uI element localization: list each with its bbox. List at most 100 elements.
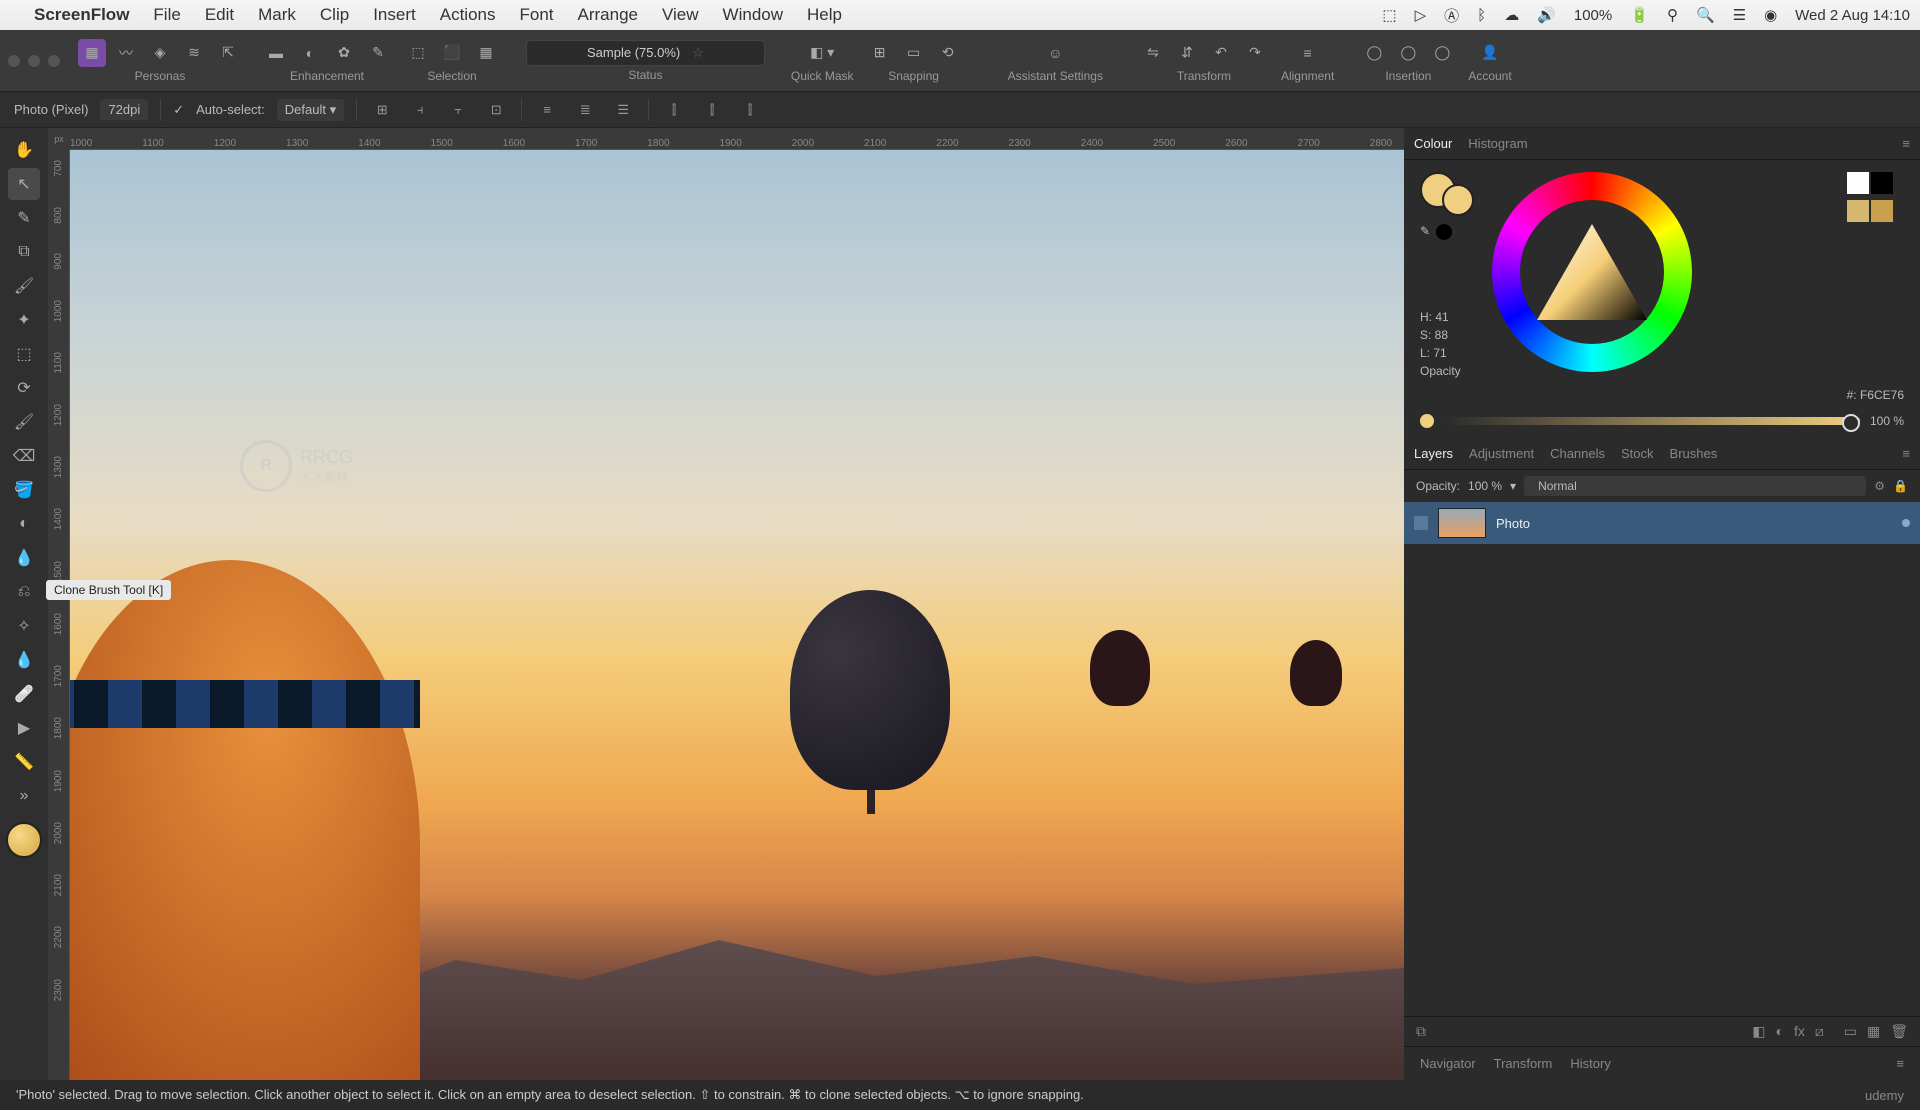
measure-tool-icon[interactable]: 📏 xyxy=(8,746,40,778)
colour-wheel[interactable] xyxy=(1492,172,1692,372)
paint-brush-icon[interactable]: 🖌 xyxy=(8,406,40,438)
tab-brushes[interactable]: Brushes xyxy=(1670,446,1718,461)
persona-export-icon[interactable]: ⇱ xyxy=(214,39,242,67)
dist-5-icon[interactable]: ⫿ xyxy=(699,97,725,123)
auto-levels-icon[interactable]: ▬ xyxy=(262,39,290,67)
menu-edit[interactable]: Edit xyxy=(205,5,234,25)
move-tool-icon[interactable]: ↖ xyxy=(8,168,40,200)
menu-arrange[interactable]: Arrange xyxy=(578,5,638,25)
tab-history[interactable]: History xyxy=(1570,1056,1610,1071)
record-icon[interactable]: ⬚ xyxy=(1382,6,1396,24)
keyboard-icon[interactable]: Ⓐ xyxy=(1444,5,1459,26)
menu-actions[interactable]: Actions xyxy=(440,5,496,25)
dodge-tool-icon[interactable]: ◐ xyxy=(8,508,40,540)
auto-wb-icon[interactable]: ✎ xyxy=(364,39,392,67)
insert-3-icon[interactable]: ◯ xyxy=(1428,39,1456,67)
siri-icon[interactable]: ◉ xyxy=(1764,6,1777,24)
flip-v-icon[interactable]: ⇵ xyxy=(1173,39,1201,67)
mini-white[interactable] xyxy=(1847,172,1869,194)
min-dot[interactable] xyxy=(28,55,40,67)
search-icon[interactable]: 🔍 xyxy=(1696,6,1715,24)
mini-c1[interactable] xyxy=(1847,200,1869,222)
volume-icon[interactable]: 🔊 xyxy=(1537,6,1556,24)
snap3-icon[interactable]: ⟲ xyxy=(934,39,962,67)
layers-menu-icon[interactable]: ≡ xyxy=(1902,446,1910,461)
insert-1-icon[interactable]: ◯ xyxy=(1360,39,1388,67)
tab-histogram[interactable]: Histogram xyxy=(1468,136,1527,151)
dup-icon[interactable]: ▦ xyxy=(1867,1023,1880,1040)
align-4-icon[interactable]: ⊡ xyxy=(483,97,509,123)
dist-6-icon[interactable]: ⫿ xyxy=(737,97,763,123)
merge-icon[interactable]: ⧉ xyxy=(1416,1023,1426,1040)
rotate-l-icon[interactable]: ↶ xyxy=(1207,39,1235,67)
lasso-tool-icon[interactable]: ⟳ xyxy=(8,372,40,404)
adj-icon[interactable]: ◐ xyxy=(1775,1023,1783,1040)
tab-transform[interactable]: Transform xyxy=(1494,1056,1553,1071)
menu-window[interactable]: Window xyxy=(723,5,783,25)
marquee-tool-icon[interactable]: ⬚ xyxy=(8,338,40,370)
menu-insert[interactable]: Insert xyxy=(373,5,416,25)
tab-stock[interactable]: Stock xyxy=(1621,446,1654,461)
fx-icon[interactable]: ⚙ xyxy=(1874,479,1885,493)
bluetooth-icon[interactable]: ᛒ xyxy=(1477,7,1486,24)
dist-4-icon[interactable]: ⫿ xyxy=(661,97,687,123)
flip-h-icon[interactable]: ⇋ xyxy=(1139,39,1167,67)
selection-brush-icon[interactable]: 🖌 xyxy=(8,270,40,302)
layer-checkbox[interactable] xyxy=(1414,516,1428,530)
tab-channels[interactable]: Channels xyxy=(1550,446,1605,461)
tool-swatch[interactable] xyxy=(6,822,42,858)
autoselect-check[interactable]: ✓ xyxy=(173,102,184,118)
auto-colours-icon[interactable]: ✿ xyxy=(330,39,358,67)
align-icon[interactable]: ≡ xyxy=(1294,39,1322,67)
close-dot[interactable] xyxy=(8,55,20,67)
snap2-icon[interactable]: ▭ xyxy=(900,39,928,67)
swatch-pair[interactable] xyxy=(1420,172,1474,216)
panel-menu-icon[interactable]: ≡ xyxy=(1902,136,1910,151)
persona-photo-icon[interactable]: ▦ xyxy=(78,39,106,67)
dpi-chip[interactable]: 72dpi xyxy=(100,99,148,120)
app-name[interactable]: ScreenFlow xyxy=(34,5,129,25)
quickmask-icon[interactable]: ◧ ▾ xyxy=(808,39,836,67)
more-tools-icon[interactable]: » xyxy=(8,780,40,812)
tab-adjustment[interactable]: Adjustment xyxy=(1469,446,1534,461)
menu-mark[interactable]: Mark xyxy=(258,5,296,25)
lock-icon[interactable]: 🔒 xyxy=(1893,479,1908,493)
tab-colour[interactable]: Colour xyxy=(1414,136,1452,151)
liquify-tool-icon[interactable]: 💧 xyxy=(8,644,40,676)
select-all-icon[interactable]: ⬚ xyxy=(404,39,432,67)
assistant-icon[interactable]: ☺ xyxy=(1041,39,1069,67)
control-center-icon[interactable]: ☰ xyxy=(1733,6,1746,24)
hand-tool-icon[interactable]: ✋ xyxy=(8,134,40,166)
persona-liquify-icon[interactable]: 〰 xyxy=(112,39,140,67)
clone-brush-icon[interactable]: ⎌ Clone Brush Tool [K] xyxy=(8,576,40,608)
dist-1-icon[interactable]: ≡ xyxy=(534,97,560,123)
bottom-menu-icon[interactable]: ≡ xyxy=(1896,1056,1904,1071)
healing-tool-icon[interactable]: 🩹 xyxy=(8,678,40,710)
auto-contrast-icon[interactable]: ◐ xyxy=(296,39,324,67)
crop-tool-icon[interactable]: ⧉ xyxy=(8,236,40,268)
menu-view[interactable]: View xyxy=(662,5,699,25)
align-1-icon[interactable]: ⊞ xyxy=(369,97,395,123)
rotate-r-icon[interactable]: ↷ xyxy=(1241,39,1269,67)
mask-icon[interactable]: ◧ xyxy=(1752,1023,1765,1040)
opacity-value[interactable]: 100 % xyxy=(1870,414,1904,428)
flood-select-icon[interactable]: ✦ xyxy=(8,304,40,336)
autoselect-mode[interactable]: Default ▾ xyxy=(277,99,344,121)
dist-3-icon[interactable]: ☰ xyxy=(610,97,636,123)
vector-tool-icon[interactable]: ▶ xyxy=(8,712,40,744)
dist-2-icon[interactable]: ≣ xyxy=(572,97,598,123)
layer-row[interactable]: Photo xyxy=(1404,502,1920,544)
opacity-slider[interactable] xyxy=(1444,417,1860,425)
menu-clip[interactable]: Clip xyxy=(320,5,349,25)
mini-black[interactable] xyxy=(1871,172,1893,194)
max-dot[interactable] xyxy=(48,55,60,67)
delete-icon[interactable]: 🗑 xyxy=(1890,1023,1908,1040)
layer-visible-icon[interactable] xyxy=(1902,519,1910,527)
fill-tool-icon[interactable]: 🪣 xyxy=(8,474,40,506)
wifi-icon[interactable]: ⚲ xyxy=(1667,6,1678,24)
fx2-icon[interactable]: fx xyxy=(1794,1023,1805,1040)
menu-help[interactable]: Help xyxy=(807,5,842,25)
erase-brush-icon[interactable]: ⌫ xyxy=(8,440,40,472)
tab-layers[interactable]: Layers xyxy=(1414,446,1453,461)
blend-mode[interactable]: Normal xyxy=(1524,476,1866,496)
